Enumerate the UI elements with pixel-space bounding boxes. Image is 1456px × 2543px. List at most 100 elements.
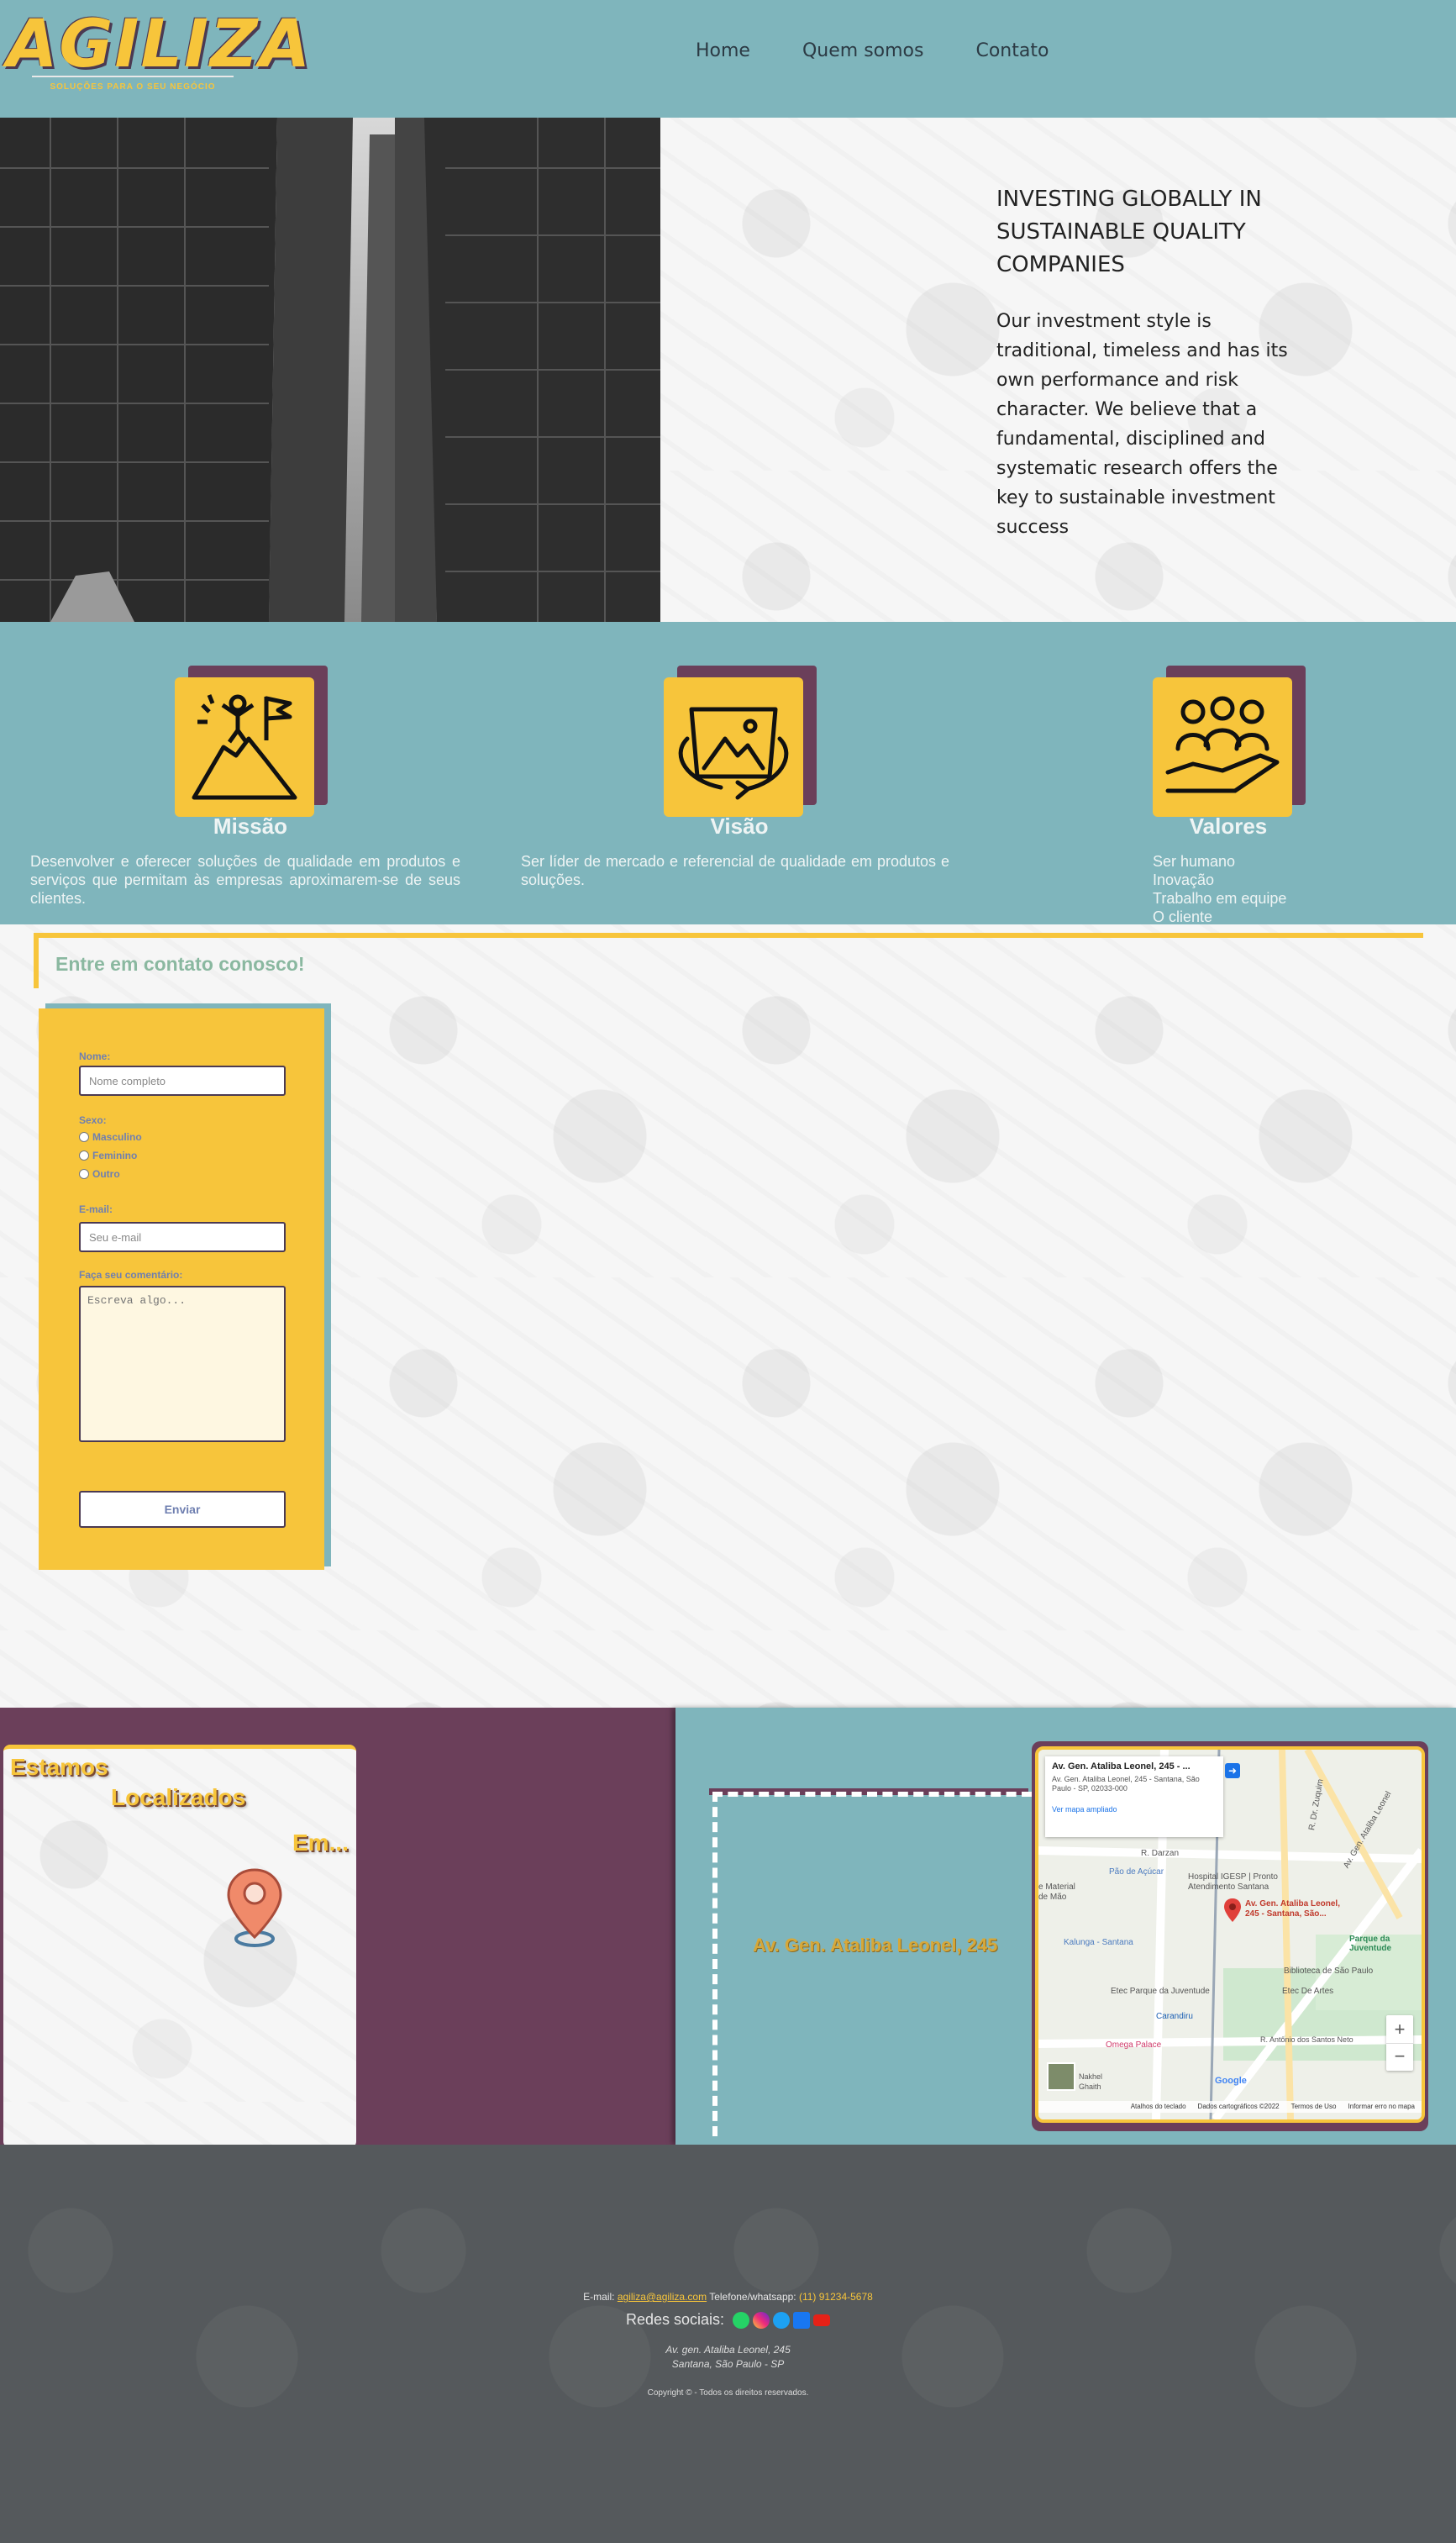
- map-frame: Av. Gen. Ataliba Leonel, 245 - ... Av. G…: [1032, 1741, 1428, 2131]
- radio-feminino[interactable]: Feminino: [79, 1150, 137, 1161]
- radio-masculino[interactable]: Masculino: [79, 1131, 142, 1143]
- visao-title: Visão: [710, 813, 769, 839]
- contact-section: Entre em contato conosco! Nome: Sexo: Ma…: [0, 924, 1456, 1708]
- radio-label: Masculino: [92, 1131, 142, 1143]
- contact-form: Nome: Sexo: Masculino Feminino Outro E-m…: [39, 1008, 324, 1570]
- nav-quem-somos[interactable]: Quem somos: [802, 40, 924, 61]
- comment-label: Faça seu comentário:: [79, 1269, 183, 1281]
- mountain-flag-icon: [175, 677, 314, 817]
- name-input[interactable]: [79, 1066, 286, 1096]
- missao-icon-box: [175, 666, 328, 817]
- map-place-label: Omega Palace: [1106, 2040, 1162, 2050]
- address-box: [712, 1792, 1032, 2136]
- location-word-estamos: Estamos: [10, 1754, 108, 1780]
- hero-text-block: INVESTING GLOBALLY IN SUSTAINABLE QUALIT…: [996, 183, 1316, 542]
- missao-text: Desenvolver e oferecer soluções de quali…: [30, 853, 460, 907]
- values-section: Missão Desenvolver e oferecer soluções d…: [0, 622, 1456, 925]
- radio-outro[interactable]: Outro: [79, 1168, 120, 1180]
- footer-copyright: Copyright © - Todos os direitos reservad…: [647, 2388, 809, 2398]
- twitter-icon[interactable]: [773, 2311, 791, 2329]
- valores-item: O cliente: [1153, 908, 1213, 925]
- sex-label: Sexo:: [79, 1114, 107, 1126]
- map-pin-label: Av. Gen. Ataliba Leonel, 245 - Santana, …: [1245, 1899, 1340, 1919]
- footer-social-line: Redes sociais:: [0, 2311, 1456, 2329]
- map-place-label: e Material: [1038, 1882, 1075, 1892]
- footer-phone: (11) 91234-5678: [798, 2291, 873, 2303]
- zoom-out-button[interactable]: −: [1386, 2043, 1413, 2071]
- visao-card: Visão Ser líder de mercado e referencial…: [521, 666, 949, 888]
- nav-home[interactable]: Home: [696, 40, 750, 61]
- whatsapp-icon[interactable]: [733, 2311, 750, 2329]
- main-nav: Home Quem somos Contato: [696, 40, 1049, 61]
- directions-icon[interactable]: ➜: [1225, 1763, 1240, 1778]
- location-left-panel: Estamos Localizados Em...: [0, 1708, 675, 2148]
- map-footer-link[interactable]: Atalhos do teclado: [1131, 2101, 1186, 2113]
- logo-text: AGILIZA: [7, 7, 313, 82]
- nav-contato[interactable]: Contato: [975, 40, 1049, 61]
- map-card-title: Av. Gen. Ataliba Leonel, 245 - ...: [1052, 1761, 1191, 1772]
- map-zoom-controls: + −: [1386, 2015, 1413, 2071]
- valores-item: Trabalho em equipe: [1153, 890, 1287, 907]
- map-place-label: Kalunga - Santana: [1064, 1938, 1133, 1947]
- vision-image-icon: [664, 677, 803, 817]
- hero-skyscraper-image: [0, 118, 660, 622]
- email-input[interactable]: [79, 1222, 286, 1252]
- missao-title: Missão: [213, 813, 288, 839]
- valores-item: Inovação: [1153, 871, 1215, 888]
- site-footer: E-mail: agiliza@agiliza.com Telefone/wha…: [0, 2145, 1456, 2543]
- valores-item: Ser humano: [1153, 853, 1236, 870]
- instagram-icon[interactable]: [753, 2311, 770, 2329]
- contact-title: Entre em contato conosco!: [55, 953, 305, 975]
- footer-address-line: Santana, São Paulo - SP: [671, 2358, 785, 2370]
- footer-phone-label: Telefone/whatsapp:: [709, 2291, 796, 2303]
- map-street-label: R. Antônio dos Santos Neto: [1260, 2035, 1354, 2044]
- valores-list: Ser humano Inovação Trabalho em equipe O…: [1153, 852, 1371, 926]
- footer-email-link[interactable]: agiliza@agiliza.com: [618, 2291, 707, 2303]
- map-footer-link[interactable]: Informar erro no mapa: [1348, 2101, 1415, 2113]
- valores-card: Valores Ser humano Inovação Trabalho em …: [1153, 666, 1306, 925]
- map-place-label: Ghaith: [1079, 2082, 1101, 2091]
- submit-button[interactable]: Enviar: [79, 1491, 286, 1528]
- map-place-label: Etec Parque da Juventude: [1111, 1987, 1210, 1996]
- logo-divider: [32, 76, 234, 77]
- radio-circle[interactable]: [79, 1169, 89, 1179]
- map-street-label: R. Darzan: [1141, 1849, 1180, 1858]
- map-footer-link: Dados cartográficos ©2022: [1197, 2103, 1280, 2110]
- youtube-icon[interactable]: [813, 2314, 831, 2326]
- valores-icon-box: [1153, 666, 1306, 817]
- radio-circle[interactable]: [79, 1150, 89, 1161]
- map-place-label: de Mão: [1038, 1893, 1067, 1902]
- comment-textarea[interactable]: [79, 1286, 286, 1442]
- site-header: AGILIZA SOLUÇÕES PARA O SEU NEGÓCIO Home…: [0, 0, 1456, 118]
- map-place-label: Pão de Açúcar: [1109, 1867, 1164, 1877]
- radio-label: Feminino: [92, 1150, 138, 1161]
- hero-section: INVESTING GLOBALLY IN SUSTAINABLE QUALIT…: [0, 118, 1456, 622]
- map-place-label: Etec De Artes: [1282, 1987, 1334, 1996]
- hero-body: Our investment style is traditional, tim…: [996, 311, 1288, 538]
- agiliza-logo[interactable]: AGILIZA SOLUÇÕES PARA O SEU NEGÓCIO: [7, 7, 313, 104]
- location-card: Estamos Localizados Em...: [3, 1745, 356, 2148]
- facebook-icon[interactable]: [793, 2311, 811, 2329]
- logo-tagline: SOLUÇÕES PARA O SEU NEGÓCIO: [50, 82, 216, 92]
- map-place-label: Biblioteca de São Paulo: [1284, 1966, 1374, 1976]
- name-label: Nome:: [79, 1050, 111, 1062]
- hero-title: INVESTING GLOBALLY IN SUSTAINABLE QUALIT…: [996, 187, 1262, 277]
- contact-accent-bar: [34, 933, 1423, 938]
- contact-accent-bar-left: [34, 933, 39, 988]
- zoom-in-button[interactable]: +: [1386, 2015, 1413, 2043]
- map-footer-link[interactable]: Termos de Uso: [1291, 2101, 1337, 2113]
- radio-circle[interactable]: [79, 1132, 89, 1142]
- location-pin-icon: [225, 1866, 284, 1951]
- map-enlarge-link[interactable]: Ver mapa ampliado: [1052, 1805, 1217, 1814]
- satellite-toggle[interactable]: [1047, 2062, 1075, 2091]
- location-word-em: Em...: [292, 1830, 349, 1856]
- footer-address: Av. gen. Ataliba Leonel, 245 Santana, Sã…: [0, 2343, 1456, 2372]
- footer-address-line: Av. gen. Ataliba Leonel, 245: [665, 2344, 791, 2356]
- footer-email-label: E-mail:: [583, 2291, 615, 2303]
- map-footer: Atalhos do teclado Dados cartográficos ©…: [1038, 2101, 1422, 2113]
- footer-social-label: Redes sociais:: [625, 2311, 725, 2328]
- valores-title: Valores: [1189, 813, 1268, 839]
- location-section: Estamos Localizados Em... Av. Gen. Atali…: [0, 1708, 1456, 2148]
- google-map[interactable]: Av. Gen. Ataliba Leonel, 245 - ... Av. G…: [1035, 1746, 1425, 2123]
- missao-card: Missão Desenvolver e oferecer soluções d…: [30, 666, 460, 907]
